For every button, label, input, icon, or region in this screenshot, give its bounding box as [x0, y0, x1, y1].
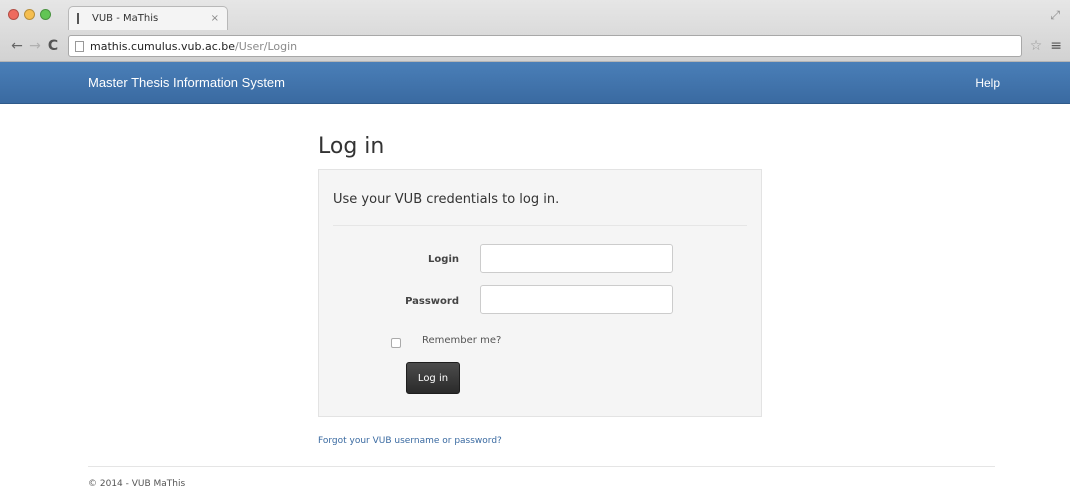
browser-chrome: VUB - MaThis × ⤢ ← → C mathis.cumulus.vu…	[0, 0, 1070, 62]
site-brand[interactable]: Master Thesis Information System	[88, 75, 285, 90]
address-bar[interactable]: mathis.cumulus.vub.ac.be /User/Login	[68, 35, 1022, 57]
favicon-icon	[77, 13, 86, 24]
login-input[interactable]	[480, 244, 673, 273]
page-icon	[75, 40, 84, 52]
main-content: Log in Use your VUB credentials to log i…	[0, 104, 1070, 496]
fullscreen-icon[interactable]: ⤢	[1050, 8, 1060, 23]
tab-title: VUB - MaThis	[92, 13, 159, 24]
url-host: mathis.cumulus.vub.ac.be	[90, 39, 235, 53]
browser-tab[interactable]: VUB - MaThis ×	[68, 6, 228, 30]
page-title: Log in	[318, 134, 385, 159]
window-maximize-button[interactable]	[40, 9, 51, 20]
browser-toolbar: ← → C mathis.cumulus.vub.ac.be /User/Log…	[0, 31, 1070, 61]
window-close-button[interactable]	[8, 9, 19, 20]
password-input[interactable]	[480, 285, 673, 314]
remember-me-checkbox[interactable]	[391, 338, 401, 348]
forward-arrow-icon[interactable]: →	[26, 38, 44, 54]
menu-icon[interactable]: ≡	[1050, 38, 1062, 54]
forgot-credentials-link[interactable]: Forgot your VUB username or password?	[318, 436, 502, 446]
panel-heading: Use your VUB credentials to log in.	[333, 192, 560, 207]
tab-close-icon[interactable]: ×	[211, 13, 219, 24]
panel-divider	[333, 225, 747, 226]
password-label: Password	[405, 296, 459, 307]
window-controls	[8, 9, 51, 20]
help-link[interactable]: Help	[975, 76, 1000, 90]
login-panel: Use your VUB credentials to log in. Logi…	[318, 169, 762, 417]
login-label: Login	[428, 254, 459, 265]
footer-copyright: © 2014 - VUB MaThis	[88, 479, 186, 489]
star-icon[interactable]: ☆	[1030, 38, 1043, 54]
remember-me-label[interactable]: Remember me?	[422, 335, 501, 346]
login-button[interactable]: Log in	[406, 362, 460, 394]
window-minimize-button[interactable]	[24, 9, 35, 20]
site-navbar: Master Thesis Information System Help	[0, 62, 1070, 104]
back-arrow-icon[interactable]: ←	[8, 38, 26, 54]
url-path: /User/Login	[234, 39, 298, 53]
reload-icon[interactable]: C	[44, 38, 62, 54]
footer-divider	[88, 466, 995, 467]
